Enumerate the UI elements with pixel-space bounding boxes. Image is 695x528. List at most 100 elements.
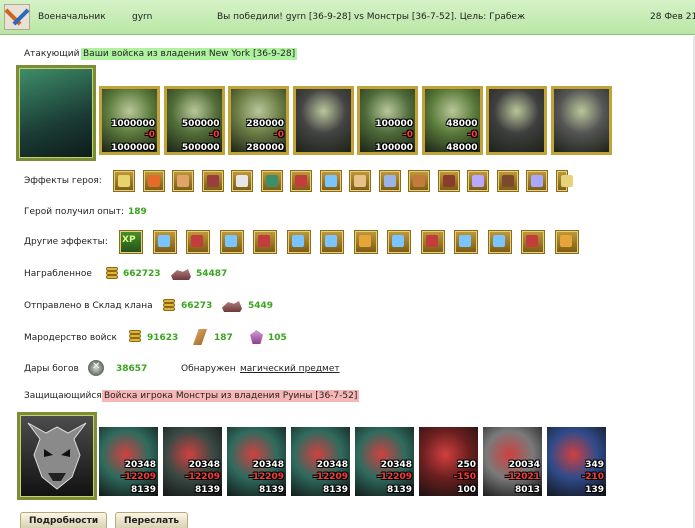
unit-remaining: 500000 <box>181 143 220 153</box>
unit-remaining: 8139 <box>258 485 284 495</box>
attacker-unit[interactable] <box>486 86 547 155</box>
glove-icon[interactable] <box>378 170 401 192</box>
marauding-wood: 187 <box>214 333 233 343</box>
boots-icon[interactable] <box>408 170 430 192</box>
clan-storage-ore: 5449 <box>248 301 274 311</box>
gold-icon <box>129 330 142 344</box>
player-name[interactable]: gyrn <box>132 12 152 22</box>
defender-unit[interactable]: 20348 -12209 8139 <box>227 427 286 496</box>
unit-count: 100000 <box>375 119 413 129</box>
battle-date: 28 Фев 21 <box>650 12 695 22</box>
attacker-unit[interactable] <box>292 86 354 155</box>
hands-icon[interactable] <box>349 170 371 192</box>
axe-icon[interactable] <box>521 230 545 254</box>
sword-icon[interactable] <box>320 230 344 254</box>
torch-icon[interactable] <box>142 170 165 192</box>
axe-icon[interactable] <box>186 230 210 254</box>
sword-icon[interactable] <box>487 230 512 254</box>
unit-loss: -0 <box>145 130 155 140</box>
unit-count: 500000 <box>181 119 220 129</box>
chest-icon[interactable] <box>201 170 224 192</box>
defender-unit[interactable]: 349 -210 139 <box>547 427 606 496</box>
unit-count: 20348 <box>380 460 412 470</box>
xp-icon[interactable]: XP <box>119 230 143 254</box>
defender-unit[interactable]: 20348 -12209 8139 <box>163 427 222 496</box>
unit-loss: -12209 <box>312 472 348 482</box>
unit-loss: -12209 <box>120 472 156 482</box>
header-bar: Военачальник gyrn Вы победили! gyrn [36-… <box>0 0 695 35</box>
defender-unit[interactable]: 20348 -12209 8139 <box>99 427 158 496</box>
experience-label: Герой получил опыт: <box>24 207 124 217</box>
attacker-unit[interactable]: 48000 -0 48000 <box>421 86 483 155</box>
unit-icon <box>553 89 609 152</box>
defender-label: Защищающийся <box>24 391 102 401</box>
loot-label: Награбленное <box>24 269 92 279</box>
gods-gift-icon <box>88 360 104 376</box>
unit-remaining: 8139 <box>130 485 156 495</box>
shield-sword-icon[interactable] <box>290 170 312 192</box>
attacker-unit[interactable]: 100000 -0 100000 <box>357 86 418 155</box>
unit-remaining: 48000 <box>446 143 478 153</box>
magic-item-link[interactable]: магический предмет <box>240 364 340 374</box>
unit-loss: -0 <box>403 130 413 140</box>
details-button[interactable]: Подробности <box>20 512 108 528</box>
unit-count: 20348 <box>124 460 156 470</box>
ore-icon <box>222 301 242 312</box>
treasure-icon[interactable] <box>113 170 135 192</box>
key-icon[interactable] <box>353 230 378 254</box>
dice-icon[interactable] <box>231 170 253 192</box>
belt-icon[interactable] <box>496 170 519 192</box>
shield-icon[interactable] <box>260 170 283 192</box>
unit-count: 349 <box>585 460 604 470</box>
ring-icon[interactable] <box>526 170 548 192</box>
attacker-hero-portrait[interactable] <box>16 65 96 161</box>
unit-remaining: 8139 <box>386 485 412 495</box>
other-effects-label: Другие эффекты: <box>24 237 108 247</box>
pentagram-icon[interactable] <box>467 170 489 192</box>
marauding-gem: 105 <box>268 333 287 343</box>
attacker-unit[interactable]: 500000 -0 500000 <box>163 86 225 155</box>
battle-icon <box>4 4 30 30</box>
clan-storage-label: Отправлено в Склад клана <box>24 301 153 311</box>
unit-loss: -150 <box>453 472 476 482</box>
attacker-title: Ваши войска из владения New York [36-9-2… <box>81 48 298 60</box>
clan-storage-gold: 66273 <box>181 301 213 311</box>
gold-icon <box>106 267 119 281</box>
sword-icon[interactable] <box>286 230 311 254</box>
defender-unit[interactable]: 250 -150 100 <box>419 427 478 496</box>
key-icon[interactable] <box>554 230 579 254</box>
axe-icon[interactable] <box>420 230 445 254</box>
unit-loss: -210 <box>581 472 604 482</box>
defender-unit[interactable]: 20348 -12209 8139 <box>291 427 350 496</box>
sword-icon[interactable] <box>319 170 342 192</box>
sword-icon[interactable] <box>387 230 411 254</box>
role-label: Военачальник <box>38 12 106 22</box>
loot-ore: 54487 <box>196 269 228 279</box>
sword-icon[interactable] <box>219 230 244 254</box>
sword-icon[interactable] <box>152 230 177 254</box>
defender-hero-portrait[interactable] <box>17 412 97 500</box>
forward-button[interactable]: Переслать <box>115 512 189 528</box>
unit-count: 20034 <box>508 460 540 470</box>
defender-unit[interactable]: 20348 -12209 8139 <box>355 427 414 496</box>
defender-title: Войска игрока Монстры из владения Руины … <box>102 390 360 402</box>
flask-icon[interactable] <box>172 170 194 192</box>
unit-remaining: 1000000 <box>111 143 155 153</box>
arrow-right-icon[interactable] <box>555 170 573 192</box>
unit-count: 20348 <box>316 460 348 470</box>
armor-icon[interactable] <box>437 170 460 192</box>
axe-icon[interactable] <box>253 230 277 254</box>
defender-unit[interactable]: 20034 -12021 8013 <box>483 427 542 496</box>
found-label: Обнаружен <box>181 364 236 374</box>
attacker-unit[interactable]: 1000000 -0 1000000 <box>99 86 160 155</box>
gem-icon <box>250 330 263 344</box>
unit-count: 48000 <box>446 119 478 129</box>
unit-loss: -0 <box>209 130 220 140</box>
attacker-unit[interactable] <box>550 86 612 155</box>
attacker-unit[interactable]: 280000 -0 280000 <box>228 86 289 155</box>
experience-value: 189 <box>128 207 147 217</box>
sword-icon[interactable] <box>454 230 478 254</box>
unit-count: 250 <box>457 460 476 470</box>
unit-loss: -12209 <box>184 472 220 482</box>
unit-loss: -12021 <box>504 472 540 482</box>
